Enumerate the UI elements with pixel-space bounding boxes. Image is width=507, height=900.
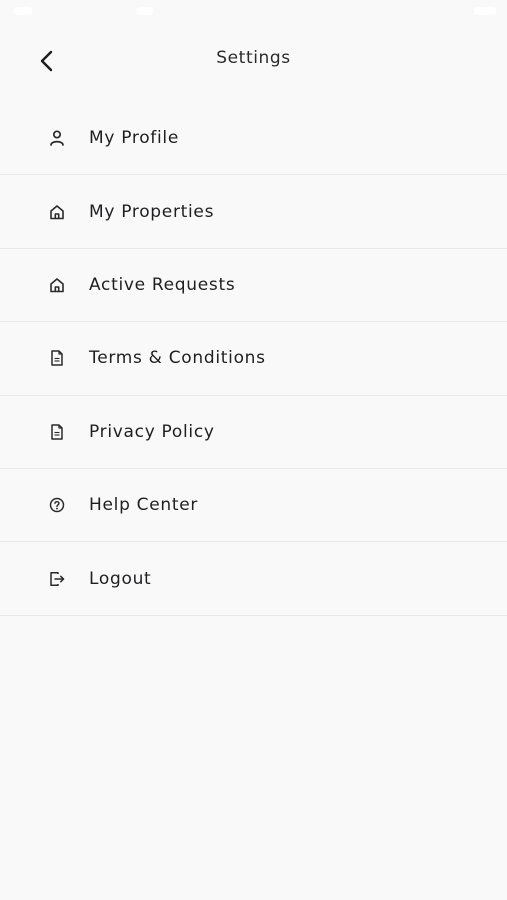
home-icon — [47, 202, 67, 222]
menu-item-logout[interactable]: Logout — [0, 542, 507, 616]
menu-item-label: My Profile — [89, 128, 179, 149]
document-icon — [47, 348, 67, 368]
menu-item-label: Help Center — [89, 495, 199, 516]
document-icon — [47, 422, 67, 442]
status-bar-blur — [474, 7, 496, 15]
person-icon — [47, 128, 67, 148]
help-circle-icon — [47, 495, 67, 515]
menu-item-label: My Properties — [89, 201, 215, 222]
logout-icon — [47, 569, 67, 589]
home-icon — [47, 275, 67, 295]
settings-menu: My Profile My Properties Active Requests — [0, 102, 507, 616]
page-title: Settings — [216, 48, 291, 68]
menu-item-my-properties[interactable]: My Properties — [0, 175, 507, 249]
header: Settings — [0, 24, 507, 96]
menu-item-terms-conditions[interactable]: Terms & Conditions — [0, 322, 507, 396]
menu-item-my-profile[interactable]: My Profile — [0, 102, 507, 176]
settings-screen: Settings My Profile My Properties Active… — [0, 0, 507, 900]
status-bar — [0, 0, 507, 24]
menu-item-label: Terms & Conditions — [89, 348, 266, 369]
menu-item-privacy-policy[interactable]: Privacy Policy — [0, 396, 507, 469]
menu-item-label: Privacy Policy — [89, 421, 215, 442]
status-bar-blur — [14, 7, 32, 15]
menu-item-active-requests[interactable]: Active Requests — [0, 249, 507, 323]
menu-item-help-center[interactable]: Help Center — [0, 469, 507, 543]
status-bar-blur — [137, 7, 153, 15]
menu-item-label: Active Requests — [89, 274, 236, 295]
menu-item-label: Logout — [89, 568, 152, 589]
